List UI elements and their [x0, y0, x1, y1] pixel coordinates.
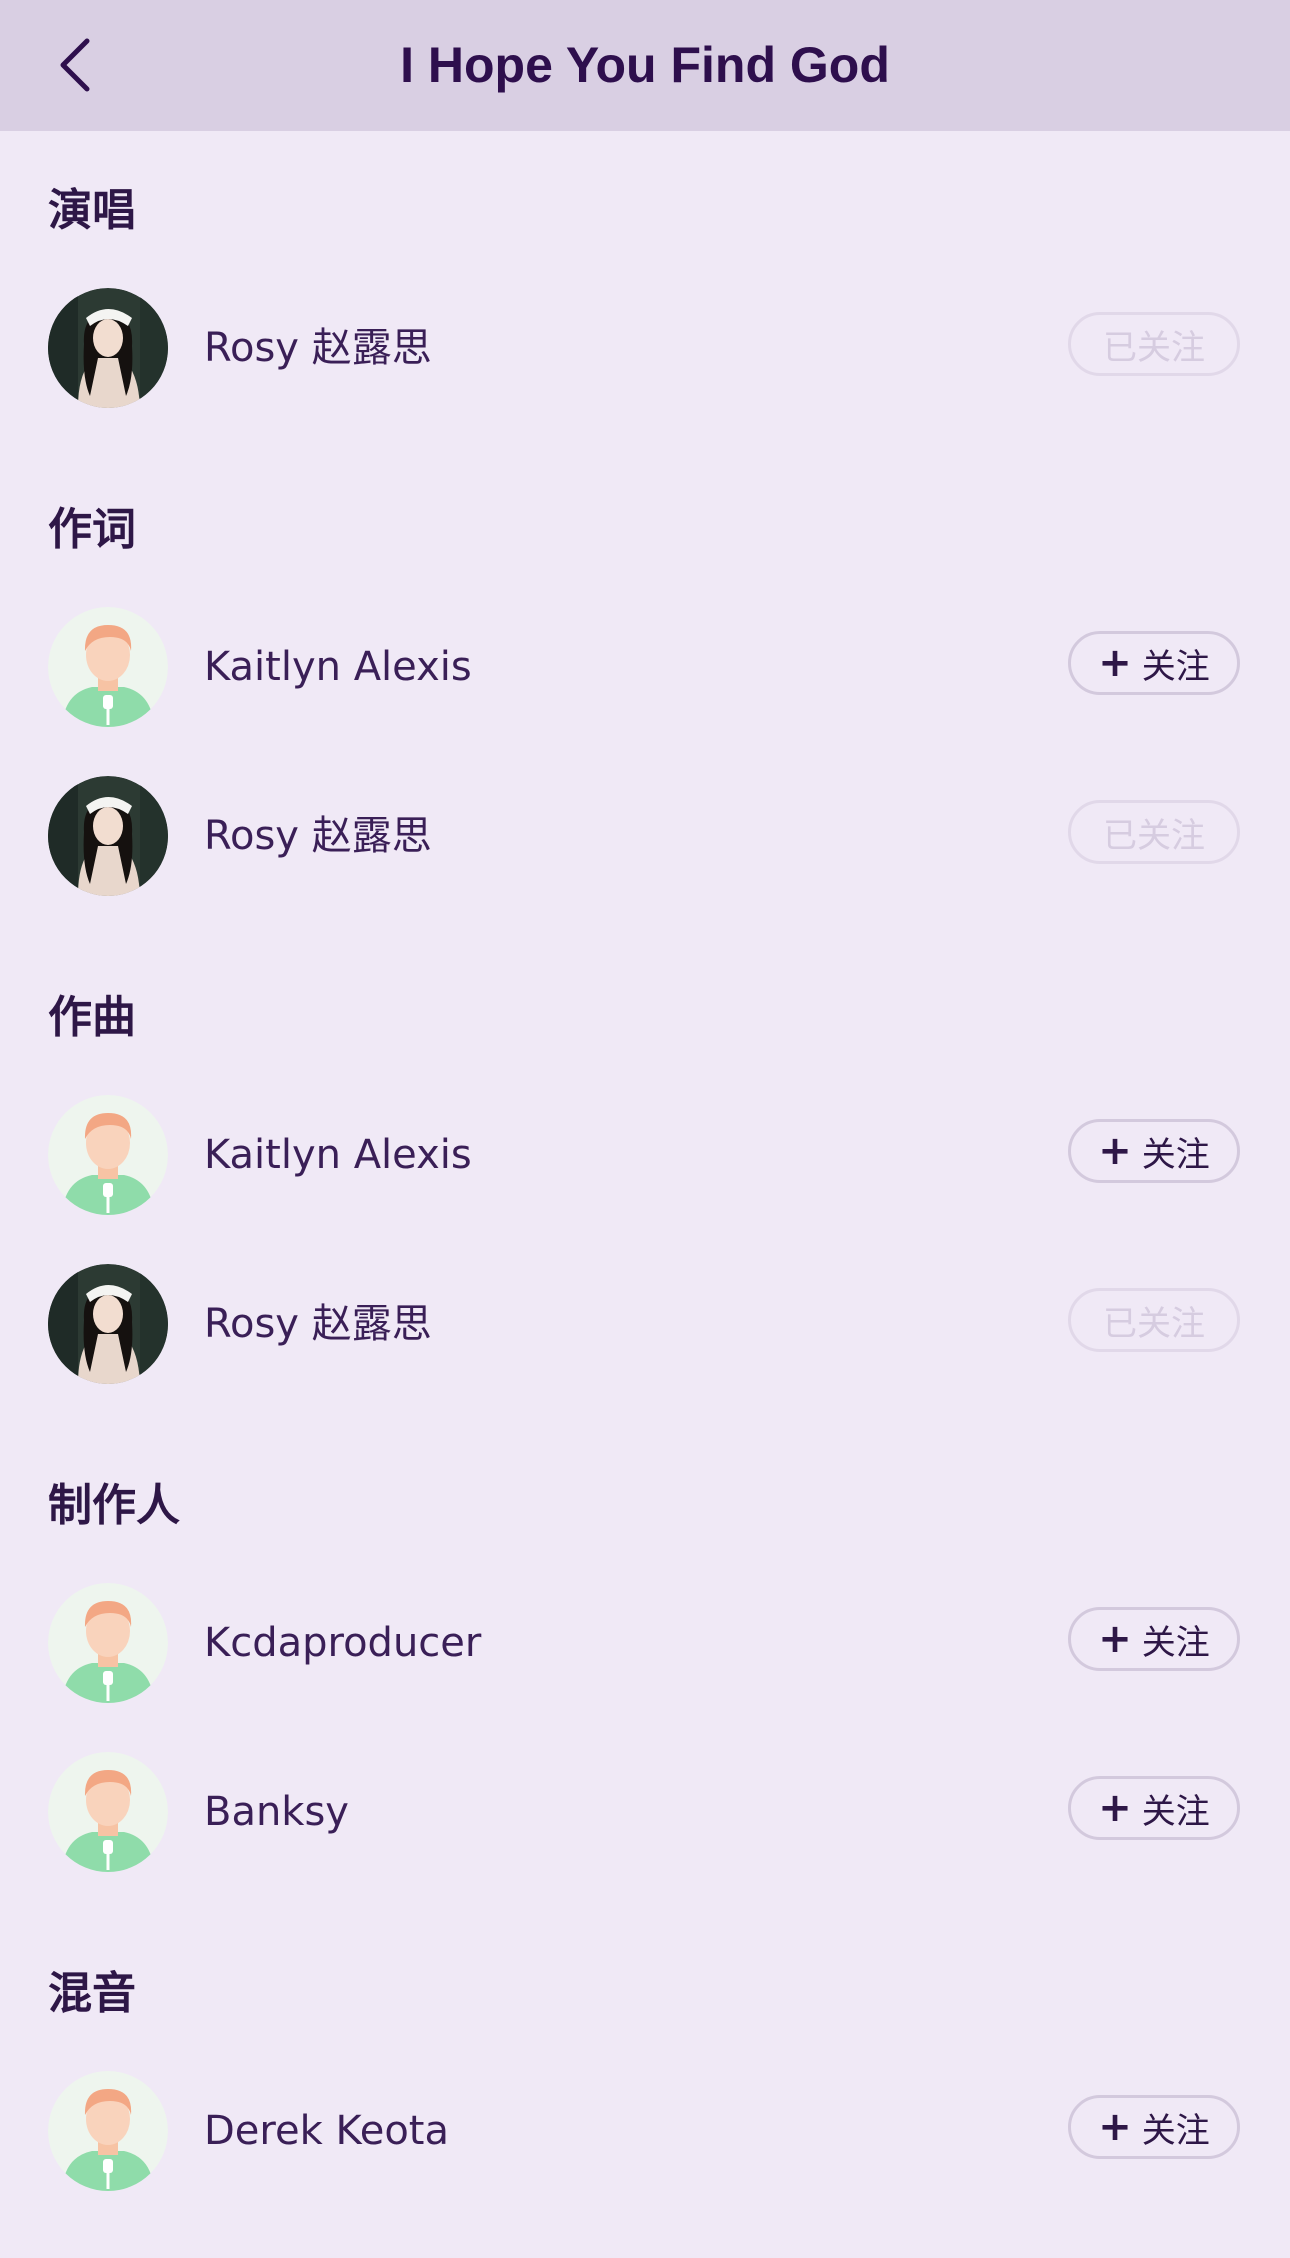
section-title: 混音 — [48, 1968, 136, 2019]
follow-button-label: 已关注 — [1103, 1303, 1205, 1344]
follow-button-label: 关注 — [1141, 2110, 1210, 2151]
follow-button-label: 关注 — [1141, 1791, 1210, 1832]
header-bar: I Hope You Find God — [0, 0, 1290, 131]
followed-button[interactable]: 已关注 — [1068, 312, 1240, 376]
follow-button[interactable]: + 关注 — [1068, 1119, 1240, 1183]
plus-icon: + — [1098, 1128, 1132, 1174]
credit-row[interactable]: Kaitlyn Alexis + 关注 — [0, 603, 1290, 733]
avatar-default-icon[interactable] — [48, 1095, 168, 1215]
follow-button-label: 关注 — [1141, 1134, 1210, 1175]
credit-row[interactable]: Derek Keota + 关注 — [0, 2067, 1290, 2197]
person-name[interactable]: Rosy 赵露思 — [204, 318, 432, 378]
follow-button[interactable]: + 关注 — [1068, 2095, 1240, 2159]
follow-button[interactable]: + 关注 — [1068, 1776, 1240, 1840]
credit-row[interactable]: Rosy 赵露思 已关注 — [0, 284, 1290, 414]
section-title: 作曲 — [48, 992, 136, 1043]
avatar-photo[interactable] — [48, 288, 168, 408]
person-name[interactable]: Kaitlyn Alexis — [204, 637, 472, 697]
credit-row[interactable]: Rosy 赵露思 已关注 — [0, 772, 1290, 902]
followed-button[interactable]: 已关注 — [1068, 1288, 1240, 1352]
followed-button[interactable]: 已关注 — [1068, 800, 1240, 864]
credit-row[interactable]: Banksy + 关注 — [0, 1748, 1290, 1878]
page-title: I Hope You Find God — [400, 37, 890, 93]
credit-row[interactable]: Kaitlyn Alexis + 关注 — [0, 1091, 1290, 1221]
avatar-default-icon[interactable] — [48, 2071, 168, 2191]
section-title: 制作人 — [48, 1480, 180, 1531]
avatar-default-icon[interactable] — [48, 1583, 168, 1703]
plus-icon: + — [1098, 1616, 1132, 1662]
follow-button[interactable]: + 关注 — [1068, 1607, 1240, 1671]
person-name[interactable]: Kaitlyn Alexis — [204, 1125, 472, 1185]
credit-row[interactable]: Kcdaproducer + 关注 — [0, 1579, 1290, 1709]
person-name[interactable]: Derek Keota — [204, 2101, 449, 2161]
person-name[interactable]: Rosy 赵露思 — [204, 1294, 432, 1354]
follow-button-label: 已关注 — [1103, 815, 1205, 856]
plus-icon: + — [1098, 2104, 1132, 2150]
person-name[interactable]: Banksy — [204, 1782, 349, 1842]
plus-icon: + — [1098, 640, 1132, 686]
credit-row[interactable]: Rosy 赵露思 已关注 — [0, 1260, 1290, 1390]
person-name[interactable]: Kcdaproducer — [204, 1613, 481, 1673]
avatar-photo[interactable] — [48, 1264, 168, 1384]
person-name[interactable]: Rosy 赵露思 — [204, 806, 432, 866]
avatar-photo[interactable] — [48, 776, 168, 896]
section-title: 作词 — [48, 504, 136, 555]
avatar-default-icon[interactable] — [48, 1752, 168, 1872]
follow-button-label: 关注 — [1141, 1622, 1210, 1663]
plus-icon: + — [1098, 1785, 1132, 1831]
follow-button[interactable]: + 关注 — [1068, 631, 1240, 695]
follow-button-label: 已关注 — [1103, 327, 1205, 368]
section-title: 演唱 — [48, 185, 136, 236]
follow-button-label: 关注 — [1141, 646, 1210, 687]
avatar-default-icon[interactable] — [48, 607, 168, 727]
